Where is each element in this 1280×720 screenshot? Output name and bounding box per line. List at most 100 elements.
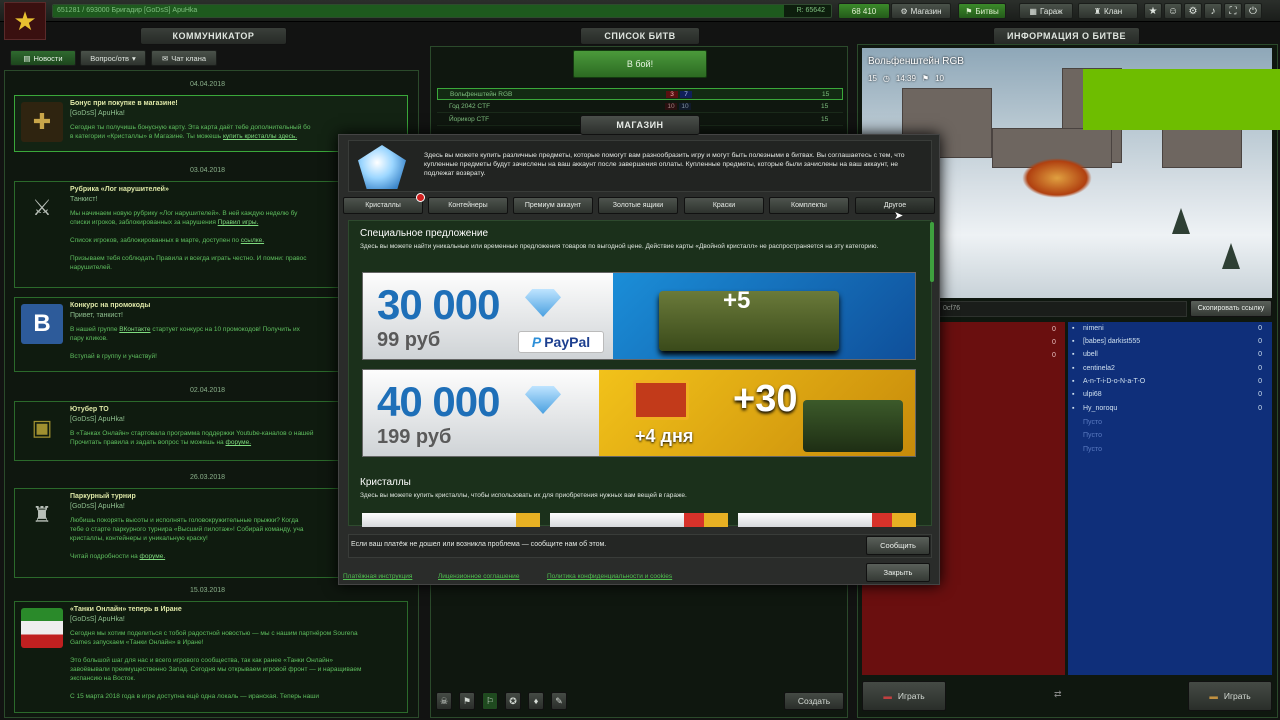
battle-time: 14:39: [895, 74, 916, 83]
news-title: Конкурс на промокоды: [70, 302, 151, 309]
empty-slot-label: Пусто: [1083, 446, 1102, 453]
news-body: Сегодня мы хотим поделиться с тобой радо…: [70, 629, 399, 701]
close-button[interactable]: Закрыть: [866, 563, 930, 582]
news-icon: ▤: [23, 53, 31, 63]
go-to-battle-button[interactable]: В бой!: [573, 50, 707, 78]
player-score: 0: [1258, 338, 1262, 345]
blue-player-row[interactable]: ▪ Hy_noroqu 0: [1068, 405, 1270, 418]
tab-clan-chat[interactable]: ✉ Чат клана: [151, 50, 217, 66]
news-body-line: Любишь покорять высоты и исполнять голов…: [70, 517, 299, 524]
news-author: [GoDsS] ApuHka!: [70, 616, 125, 623]
filter-icon[interactable]: ⚑: [459, 692, 475, 710]
blue-player-row[interactable]: ▪ nimeni 0: [1068, 325, 1270, 338]
fullscreen-icon[interactable]: ⛶: [1224, 3, 1242, 19]
battles-icon: ⚑: [965, 6, 973, 16]
news-link[interactable]: ВКонтакте: [119, 326, 150, 333]
news-link[interactable]: ссылке.: [241, 237, 264, 244]
shop-tab-containers[interactable]: Контейнеры: [428, 197, 508, 214]
shop-tab-crystals[interactable]: Кристаллы: [343, 197, 423, 214]
battle-info-title: ИНФОРМАЦИЯ О БИТВЕ: [993, 27, 1140, 45]
news-author: [GoDsS] ApuHka!: [70, 416, 125, 423]
blue-player-row[interactable]: ▪ ulpi68 0: [1068, 391, 1270, 404]
shop-button[interactable]: ⚙ Магазин: [891, 3, 951, 19]
shop-tab-kits[interactable]: Комплекты: [769, 197, 849, 214]
news-body-line: Призываем тебя соблюдать Правила и всегд…: [70, 255, 307, 262]
player-name: [babes] darkist555: [1083, 338, 1141, 345]
settings-icon[interactable]: ⚙: [1184, 3, 1202, 19]
battle-row[interactable]: Вольфенштейн RGB 3 7 15: [437, 88, 843, 100]
crown-icon: [633, 380, 689, 420]
news-link[interactable]: форуме.: [226, 439, 252, 446]
tab-questions[interactable]: Вопрос/отв ▾: [80, 50, 146, 66]
filter-icon[interactable]: ✎: [551, 692, 567, 710]
play-blue-button[interactable]: ▬ Играть: [1188, 681, 1272, 711]
offer-card[interactable]: 30 000 99 руб +5 P PayPal: [362, 272, 916, 360]
sound-icon[interactable]: ♪: [1204, 3, 1222, 19]
crystal-pack-card[interactable]: [550, 513, 728, 527]
garage-button[interactable]: ▦ Гараж: [1019, 3, 1073, 19]
player-name: nimeni: [1083, 325, 1104, 332]
report-button[interactable]: Сообщить: [866, 536, 930, 555]
battle-name: Год 2042 CTF: [449, 103, 491, 110]
blue-player-row[interactable]: ▪ [babes] darkist555 0: [1068, 338, 1270, 351]
blue-player-row[interactable]: ▪ centinela2 0: [1068, 365, 1270, 378]
exit-icon[interactable]: ⏻: [1244, 3, 1262, 19]
mouse-cursor-icon: ➤: [894, 210, 904, 222]
battles-button[interactable]: ⚑ Битвы: [958, 3, 1006, 19]
tab-news[interactable]: ▤ Новости: [10, 50, 76, 66]
news-link[interactable]: Правил игры.: [218, 219, 259, 226]
crystal-pack-card[interactable]: [738, 513, 916, 527]
player-name: A-n-T-i-D-o-N-a-T-O: [1083, 378, 1146, 385]
offer-amount: 40 000: [377, 378, 500, 425]
red-player-score: 0: [1052, 326, 1056, 333]
news-link[interactable]: купить кристаллы здесь.: [223, 133, 297, 140]
shop-tab-paints[interactable]: Краски: [684, 197, 764, 214]
news-body-line: в категории «Кристаллы» в Магазине. Ты м…: [70, 133, 222, 140]
shop-tab-premium[interactable]: Премиум аккаунт: [513, 197, 593, 214]
rank-icon[interactable]: ★: [1144, 3, 1162, 19]
red-player-score: 0: [1052, 352, 1056, 359]
license-agreement-link[interactable]: Лицензионное соглашение: [438, 573, 519, 580]
create-battle-button[interactable]: Создать: [784, 692, 844, 710]
shop-tab-gold-boxes[interactable]: Золотые ящики: [598, 197, 678, 214]
battle-row[interactable]: Год 2042 CTF 10 10 15: [437, 101, 843, 113]
rating-text: R: 65642: [796, 7, 825, 14]
filter-icon[interactable]: ✪: [505, 692, 521, 710]
tank-icon: ▬: [883, 691, 892, 701]
friends-icon[interactable]: ☺: [1164, 3, 1182, 19]
crystal-pack-card[interactable]: [362, 513, 540, 527]
offer-card[interactable]: 40 000 199 руб +30 +4 дня: [362, 369, 916, 457]
player-name: centinela2: [1083, 365, 1115, 372]
news-body-line: пару кликов.: [70, 335, 108, 342]
red-count: 3: [666, 91, 678, 98]
red-count: 10: [665, 103, 677, 110]
blue-player-row[interactable]: ▪ ubell 0: [1068, 351, 1270, 364]
privacy-policy-link[interactable]: Политика конфиденциальности и cookies: [547, 573, 672, 580]
rank-star-icon[interactable]: ★: [4, 2, 46, 40]
offer-bonus: +5: [723, 287, 751, 314]
shop-scrollbar[interactable]: [930, 222, 934, 282]
copy-link-button[interactable]: Скопировать ссылку: [1190, 300, 1272, 317]
play-red-button[interactable]: ▬ Играть: [862, 681, 946, 711]
news-date: 04.04.2018: [189, 81, 226, 88]
news-item[interactable]: «Танки Онлайн» теперь в Иране [GoDsS] Ap…: [14, 601, 408, 713]
filter-icon[interactable]: ⚐: [482, 692, 498, 710]
empty-slot: Пусто: [1068, 419, 1270, 432]
blue-player-row[interactable]: ▪ A-n-T-i-D-o-N-a-T-O 0: [1068, 378, 1270, 391]
news-title: Ютубер ТО: [70, 406, 109, 413]
container-icon: ▣: [31, 415, 53, 440]
bonus-icon: ✚: [21, 102, 63, 142]
news-link[interactable]: форуме.: [140, 553, 166, 560]
news-body-line: Мы начинаем новую рубрику «Лог нарушител…: [70, 210, 298, 217]
offer-bonus: +30: [733, 378, 798, 420]
filter-icon[interactable]: ☠: [436, 692, 452, 710]
clan-button[interactable]: ♜ Клан: [1078, 3, 1138, 19]
news-body-line: Список игроков, заблокированных в марте,…: [70, 237, 239, 244]
chevron-down-icon: ▾: [132, 53, 136, 63]
shop-intro-text: Здесь вы можете купить различные предмет…: [424, 152, 905, 177]
news-title: Бонус при покупке в магазине!: [70, 100, 178, 107]
news-date: 15.03.2018: [189, 587, 226, 594]
payment-instructions-link[interactable]: Платёжная инструкция: [343, 573, 412, 580]
filter-icon[interactable]: ♦: [528, 692, 544, 710]
battle-name: Вольфенштейн RGB: [450, 91, 513, 98]
